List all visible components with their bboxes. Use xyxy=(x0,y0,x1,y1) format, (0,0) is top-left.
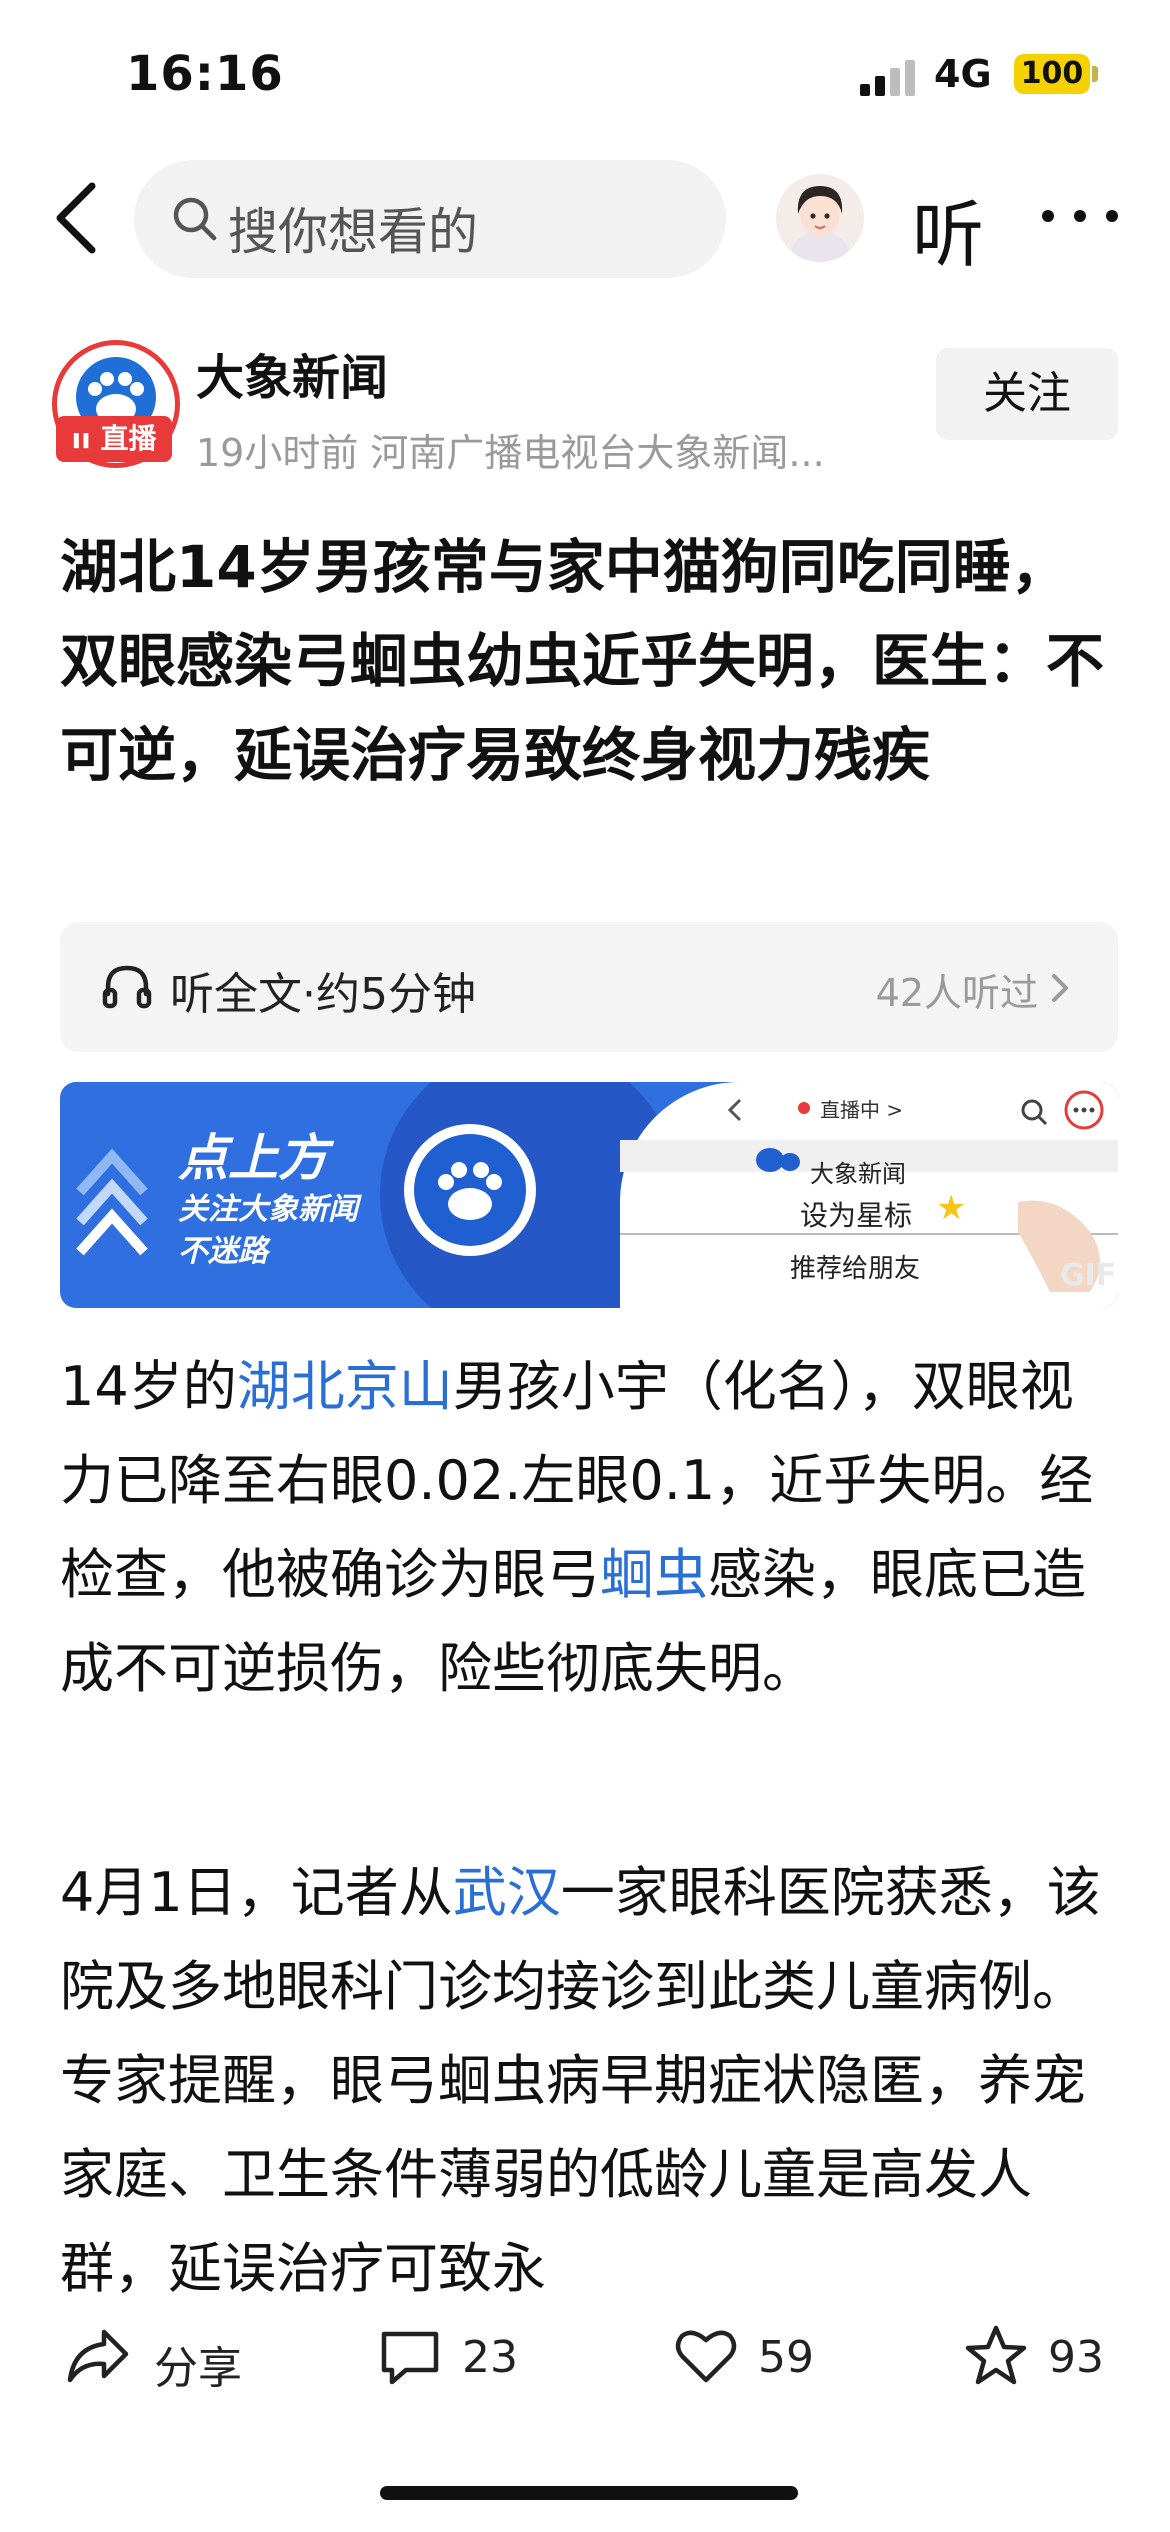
source-header: ıı 直播 大象新闻 19小时前 河南广播电视台大象新闻... 关注 xyxy=(0,330,1170,475)
gif-label: GIF xyxy=(1060,1258,1117,1293)
search-placeholder: 搜你想看的 xyxy=(228,203,478,261)
more-icon[interactable] xyxy=(1042,202,1118,232)
phone-live-label: 直播中 > xyxy=(820,1098,904,1122)
article-title: 湖北14岁男孩常与家中猫狗同吃同睡，双眼感染弓蛔虫幼虫近乎失明，医生：不可逆，延… xyxy=(60,533,1105,789)
live-badge: ıı 直播 xyxy=(56,416,172,462)
chevron-left-icon xyxy=(56,182,96,254)
search-icon xyxy=(173,197,217,241)
back-button[interactable] xyxy=(48,178,108,258)
like-button[interactable]: 59 xyxy=(672,2322,822,2392)
phone-source-name: 大象新闻 xyxy=(810,1160,906,1188)
banner-line1: 关注大象新闻 xyxy=(178,1192,358,1227)
follow-button[interactable]: 关注 xyxy=(936,348,1118,440)
banner-line2: 不迷路 xyxy=(178,1234,268,1269)
paragraph-text: 一家眼科医院获悉，该院及多地眼科门诊均接诊到此类儿童病例。专家提醒，眼弓蛔虫病早… xyxy=(60,1861,1101,2300)
comment-count: 23 xyxy=(462,2332,518,2383)
favorite-count: 93 xyxy=(1048,2332,1104,2383)
article-paragraph: 14岁的湖北京山男孩小宇（化名），双眼视力已降至右眼0.02.左眼0.1，近乎失… xyxy=(60,1340,1120,1716)
source-meta: 19小时前 河南广播电视台大象新闻... xyxy=(196,431,825,475)
status-time: 16:16 xyxy=(126,46,284,102)
bottom-action-bar: 分享 23 59 93 xyxy=(0,2300,1170,2410)
listen-full-text-bar[interactable]: 听全文·约5分钟 42人听过 xyxy=(60,922,1118,1052)
avatar[interactable] xyxy=(776,174,864,262)
like-count: 59 xyxy=(758,2332,814,2383)
listen-button[interactable]: 听 xyxy=(912,176,984,281)
favorite-button[interactable]: 93 xyxy=(962,2322,1112,2392)
live-badge-label: 直播 xyxy=(100,422,157,455)
network-type: 4G xyxy=(934,52,992,96)
paragraph-text: 4月1日，记者从 xyxy=(60,1861,453,1924)
assistant-avatar-icon xyxy=(776,174,864,262)
banner-phone-mock: 直播中 > 大象新闻 设为星标 ★ 推荐给朋友 GIF xyxy=(620,1082,1118,1308)
banner-title: 点上方 xyxy=(178,1129,328,1187)
keyword-link[interactable]: 湖北京山 xyxy=(237,1355,453,1418)
listen-count: 42人听过 xyxy=(875,971,1038,1015)
battery-icon: 100 xyxy=(1014,54,1090,94)
chevron-right-icon xyxy=(1052,974,1068,1002)
phone-star-label: 设为星标 xyxy=(800,1199,913,1232)
source-name[interactable]: 大象新闻 xyxy=(196,338,388,408)
article-paragraph: 4月1日，记者从武汉一家眼科医院获悉，该院及多地眼科门诊均接诊到此类儿童病例。专… xyxy=(60,1846,1120,2316)
search-input[interactable]: 搜你想看的 xyxy=(134,160,726,278)
share-icon xyxy=(67,2329,129,2383)
comment-icon xyxy=(381,2331,439,2385)
star-icon: ★ xyxy=(936,1188,967,1228)
paragraph-text: 14岁的 xyxy=(60,1355,237,1418)
share-label: 分享 xyxy=(154,2343,242,2394)
share-button[interactable]: 分享 xyxy=(64,2322,264,2394)
live-bars-icon: ıı xyxy=(71,422,101,455)
battery-tip xyxy=(1092,66,1098,82)
status-bar: 16:16 4G 100 xyxy=(0,0,1170,150)
follow-banner[interactable]: 点上方 关注大象新闻 不迷路 直播中 > 大象新闻 设为星标 ★ 推荐给朋友 G… xyxy=(60,1082,1118,1308)
home-indicator xyxy=(380,2486,798,2500)
phone-recommend-label: 推荐给朋友 xyxy=(790,1254,921,1284)
listen-label: 听全文·约5分钟 xyxy=(170,969,476,1020)
headphones-icon xyxy=(102,965,152,1009)
keyword-link[interactable]: 蛔虫 xyxy=(600,1543,708,1606)
keyword-link[interactable]: 武汉 xyxy=(453,1861,561,1924)
signal-icon xyxy=(860,60,916,96)
comment-button[interactable]: 23 xyxy=(376,2322,526,2392)
top-nav: 搜你想看的 听 xyxy=(0,150,1170,290)
star-outline-icon xyxy=(965,2325,1027,2385)
battery-level: 100 xyxy=(1020,56,1084,91)
heart-icon xyxy=(675,2330,737,2383)
